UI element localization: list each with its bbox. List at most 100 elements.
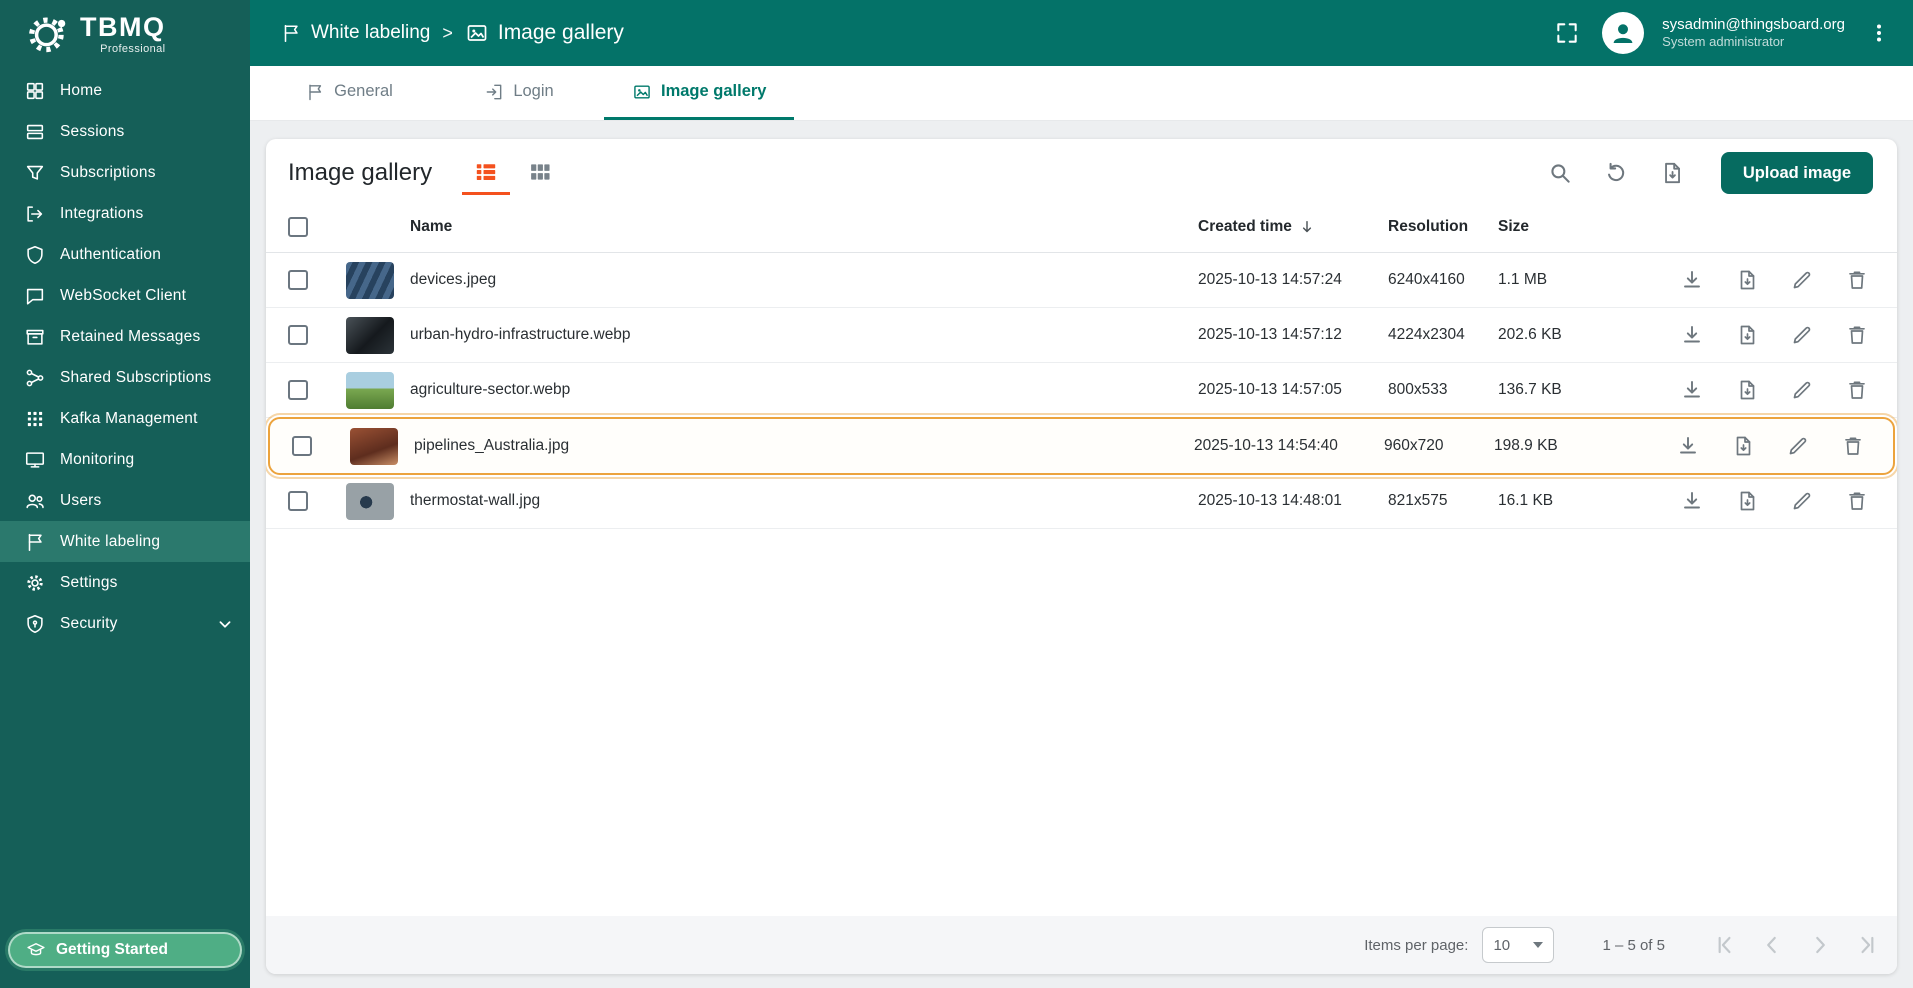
user-avatar[interactable]: [1602, 12, 1645, 54]
sidebar-item-white-labeling[interactable]: White labeling: [0, 521, 250, 562]
delete-button[interactable]: [1841, 485, 1873, 517]
table-empty-space: [266, 529, 1897, 916]
fullscreen-button[interactable]: [1550, 16, 1584, 50]
tab-login[interactable]: Login: [434, 66, 604, 120]
breadcrumb-image-gallery: Image gallery: [465, 21, 624, 45]
sidebar-item-label: WebSocket Client: [60, 286, 187, 304]
download-icon: [1680, 323, 1704, 347]
column-header-name[interactable]: Name: [346, 218, 1198, 236]
size-cell: 1.1 MB: [1498, 271, 1548, 288]
table-row-highlighted[interactable]: pipelines_Australia.jpg 2025-10-13 14:54…: [268, 417, 1895, 475]
download-button[interactable]: [1672, 430, 1704, 462]
user-info: sysadmin@thingsboard.org System administ…: [1662, 16, 1845, 51]
download-button[interactable]: [1676, 264, 1708, 296]
search-button[interactable]: [1543, 156, 1577, 190]
column-header-size[interactable]: Size: [1498, 218, 1661, 236]
sidebar-item-settings[interactable]: Settings: [0, 562, 250, 603]
sidebar-item-home[interactable]: Home: [0, 70, 250, 111]
delete-button[interactable]: [1837, 430, 1869, 462]
items-per-page-select[interactable]: 10: [1482, 927, 1555, 963]
sidebar-item-authentication[interactable]: Authentication: [0, 234, 250, 275]
edit-button[interactable]: [1782, 430, 1814, 462]
sidebar-item-integrations[interactable]: Integrations: [0, 193, 250, 234]
export-button[interactable]: [1731, 374, 1763, 406]
row-checkbox[interactable]: [288, 270, 308, 290]
paginator-range-label: 1 – 5 of 5: [1602, 936, 1665, 954]
logo-text: TBMQ Professional: [80, 11, 166, 55]
flag-icon: [280, 22, 302, 44]
row-checkbox[interactable]: [288, 491, 308, 511]
size-cell: 16.1 KB: [1498, 492, 1554, 509]
graduation-cap-icon: [26, 940, 46, 960]
list-view-toggle[interactable]: [462, 151, 511, 195]
app-root: TBMQ Professional Home Sessions Subscrip…: [0, 0, 1913, 988]
breadcrumb-white-labeling[interactable]: White labeling: [280, 22, 430, 44]
first-page-button[interactable]: [1707, 928, 1741, 962]
resolution-cell: 4224x2304: [1388, 326, 1465, 343]
resolution-cell: 6240x4160: [1388, 271, 1465, 288]
grid-view-toggle[interactable]: [516, 151, 564, 195]
edit-button[interactable]: [1786, 319, 1818, 351]
users-icon: [24, 490, 46, 512]
resolution-cell: 821x575: [1388, 492, 1448, 509]
table-row[interactable]: urban-hydro-infrastructure.webp 2025-10-…: [266, 308, 1897, 363]
row-checkbox[interactable]: [288, 380, 308, 400]
sidebar-item-users[interactable]: Users: [0, 480, 250, 521]
download-button[interactable]: [1676, 485, 1708, 517]
getting-started-button[interactable]: Getting Started: [8, 932, 242, 968]
app-edition: Professional: [100, 42, 166, 55]
size-cell: 202.6 KB: [1498, 326, 1562, 343]
image-thumbnail: [346, 482, 394, 520]
sidebar-item-retained-messages[interactable]: Retained Messages: [0, 316, 250, 357]
sidebar-item-subscriptions[interactable]: Subscriptions: [0, 152, 250, 193]
download-button[interactable]: [1676, 374, 1708, 406]
sidebar-item-sessions[interactable]: Sessions: [0, 111, 250, 152]
tab-general[interactable]: General: [264, 66, 434, 120]
sidebar-item-shared-subscriptions[interactable]: Shared Subscriptions: [0, 357, 250, 398]
download-button[interactable]: [1676, 319, 1708, 351]
home-icon: [24, 80, 46, 102]
previous-page-button[interactable]: [1755, 928, 1789, 962]
archive-icon: [24, 326, 46, 348]
row-checkbox[interactable]: [288, 325, 308, 345]
last-page-button[interactable]: [1851, 928, 1885, 962]
sidebar-item-security[interactable]: Security: [0, 603, 250, 644]
app-name: TBMQ: [80, 11, 166, 42]
export-button[interactable]: [1731, 485, 1763, 517]
column-label: Size: [1498, 217, 1530, 235]
delete-button[interactable]: [1841, 374, 1873, 406]
column-header-created-time[interactable]: Created time: [1198, 218, 1388, 236]
delete-button[interactable]: [1841, 264, 1873, 296]
export-button[interactable]: [1727, 430, 1759, 462]
refresh-button[interactable]: [1599, 156, 1633, 190]
row-checkbox[interactable]: [292, 436, 312, 456]
sidebar-item-websocket-client[interactable]: WebSocket Client: [0, 275, 250, 316]
next-page-button[interactable]: [1803, 928, 1837, 962]
table-row[interactable]: thermostat-wall.jpg 2025-10-13 14:48:01 …: [266, 474, 1897, 529]
table-row[interactable]: devices.jpeg 2025-10-13 14:57:24 6240x41…: [266, 253, 1897, 308]
sidebar-item-kafka-management[interactable]: Kafka Management: [0, 398, 250, 439]
share-icon: [24, 367, 46, 389]
sidebar-item-label: Shared Subscriptions: [60, 368, 212, 386]
sidebar-item-monitoring[interactable]: Monitoring: [0, 439, 250, 480]
edit-button[interactable]: [1786, 374, 1818, 406]
page-content: Image gallery Upload image Name Created …: [250, 121, 1913, 988]
download-icon: [1680, 268, 1704, 292]
import-image-button[interactable]: [1655, 156, 1689, 190]
edit-icon: [1790, 378, 1814, 402]
app-logo[interactable]: TBMQ Professional: [0, 0, 250, 66]
export-button[interactable]: [1731, 319, 1763, 351]
column-header-resolution[interactable]: Resolution: [1388, 218, 1498, 236]
edit-button[interactable]: [1786, 485, 1818, 517]
more-menu-button[interactable]: [1863, 17, 1895, 49]
kebab-menu-icon: [1867, 21, 1891, 45]
upload-image-button[interactable]: Upload image: [1720, 152, 1873, 194]
items-per-page-value: 10: [1493, 936, 1511, 954]
table-row[interactable]: agriculture-sector.webp 2025-10-13 14:57…: [266, 363, 1897, 418]
edit-button[interactable]: [1786, 264, 1818, 296]
export-button[interactable]: [1731, 264, 1763, 296]
tab-image-gallery[interactable]: Image gallery: [604, 66, 795, 120]
select-all-checkbox[interactable]: [288, 216, 308, 237]
delete-button[interactable]: [1841, 319, 1873, 351]
list-view-icon: [473, 159, 499, 185]
